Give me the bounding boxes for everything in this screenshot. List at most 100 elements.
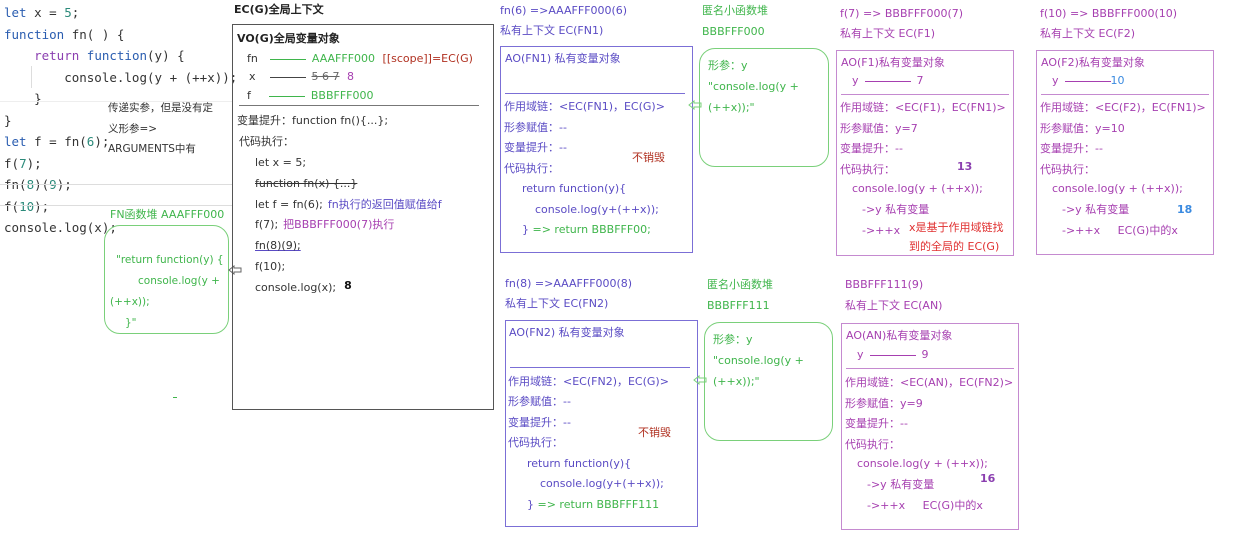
heap-title: 匿名小函数堆 [702,4,768,17]
y-note: ->y 私有变量 [867,478,935,491]
var-value: 9 [921,348,929,361]
ao-var-row: y9 [857,348,929,362]
code-token: function [86,48,148,63]
exec-code: f(7); [255,218,279,232]
heap-line: (++x));" [713,375,760,388]
hoist-line: 变量提升：-- [1040,142,1103,155]
exec-label: 代码执行： [1040,163,1095,176]
var-name: y [852,74,859,87]
fn2-context-title: 私有上下文 EC(FN2) [505,297,609,310]
var-value: 10 [1110,74,1125,87]
var-name: y [857,348,864,361]
exec-code: fn(8)(9); [255,239,301,253]
exec-row: console.log(x); 8 [255,279,352,295]
code-token: 10 [19,198,35,214]
code-token: ); [34,198,50,214]
f2-box: AO(F2)私有变量对象 y 10 作用域链：<EC(F2)，EC(FN1)> 形… [1036,50,1214,255]
exec-row: f(10); [255,260,285,274]
connector-line [864,80,911,82]
hoist-line: 变量提升：-- [840,142,903,155]
scope-note: [[scope]]=EC(G) [382,52,473,65]
divider [510,367,690,368]
exec-return: } => return BBBFFF111 [527,498,659,512]
heap-bbb000-box: 形参：y "console.log(y + (++x));" [699,48,829,167]
code-line: let x = 5; [4,2,237,24]
exec-row: f(7); 把BBBFFF000(7)执行 [255,218,394,232]
arguments-note: 传递实参，但是没有定 义形参=> ARGUMENTS中有 [108,98,213,160]
param-assign: 形参赋值：y=9 [845,397,923,410]
exec-code: console.log(x); [255,280,337,294]
hoist-line: 变量提升：-- [504,141,567,154]
vo-g-title: VO(G)全局变量对象 [237,32,340,45]
fn2-call: fn(8) =>AAAFFF000(8) [505,277,633,290]
scope-chain: 作用域链：<EC(AN)，EC(FN2)> [845,376,1014,389]
x-explain: x是基于作用域链找 [909,221,1004,234]
heap-line: 形参：y [713,333,753,346]
x-note: ->++x EC(G)中的x [1062,224,1178,237]
x-note: ->++x [862,224,901,237]
code-token: return [4,48,87,63]
code-token: 5 [64,5,72,20]
var-name: y [1052,74,1059,87]
result-value: 18 [1177,203,1193,216]
code-token: (y) { [147,48,185,63]
line-divider [0,184,232,185]
exec-code: let x = 5; [255,156,307,169]
heap-bbb111-box: 形参：y "console.log(y + (++x));" [704,322,833,441]
ao-title: AO(FN1) 私有变量对象 [505,52,621,65]
exec-row: function fn(x) {...} [255,177,357,191]
exec-line: console.log(y + (++x)); [852,182,983,195]
return-value: => return BBBFFF00; [532,223,651,236]
note-line: 义形参=> [108,122,158,135]
var-value: 7 [916,74,924,87]
vo-row-f: f BBBFFF000 [247,89,374,103]
exec-code: f(10); [255,260,286,273]
fn-heap-box: "return function(y) { console.log(y + (+… [104,225,229,334]
heap-title: 匿名小函数堆 [707,278,773,291]
ao-var-row: y 10 [1052,74,1125,88]
code-token: function [4,26,65,42]
code-token: } [4,91,42,106]
x-explain: 到的全局的 EC(G) [909,240,1000,253]
brace: } [527,498,534,511]
fn1-call: fn(6) =>AAAFFF000(6) [500,4,628,17]
result-value: 16 [980,472,996,485]
exec-line: console.log(y + (++x)); [857,457,988,470]
scope-chain: 作用域链：<EC(FN2)，EC(G)> [508,375,669,388]
code-token: fn( ) { [64,26,125,42]
f1-box: AO(F1)私有变量对象 y7 作用域链：<EC(F1)，EC(FN1)> 形参… [836,50,1014,256]
ec-g-box: VO(G)全局变量对象 fn AAAFFF000 [[scope]]=EC(G) … [232,24,494,410]
heap-address: BBBFFF111 [707,299,770,312]
fn-heap-line: console.log(y + [138,275,220,287]
code-token: } [4,112,12,128]
ao-var-row: y7 [852,74,924,88]
hoist-line: 变量提升：function fn(){...}; [237,114,389,127]
code-line: function fn( ) { [4,24,237,46]
ao-title: AO(F1)私有变量对象 [841,56,945,69]
ao-title: AO(FN2) 私有变量对象 [509,326,625,339]
exec-label: 代码执行： [239,135,294,148]
heap-line: 形参：y [708,59,748,72]
vo-row-fn: fn AAAFFF000 [[scope]]=EC(G) [247,52,473,66]
hoist-line: 变量提升：-- [508,416,571,429]
code-token: let [4,134,27,149]
exec-row: fn(8)(9); [255,239,301,253]
heap-line: "console.log(y + [708,80,799,93]
return-value: => return BBBFFF111 [537,498,660,511]
param-assign: 形参赋值：-- [508,395,571,408]
divider [841,94,1009,95]
fn1-context-title: 私有上下文 EC(FN1) [500,24,604,37]
code-token: f( [4,155,20,171]
vo-row-x: x 5 6 7 8 [249,70,354,84]
exec-line: return function(y){ [527,457,632,470]
exec-code: function fn(x) {...} [255,176,358,190]
connector-line [269,58,306,60]
fn2-box: AO(FN2) 私有变量对象 作用域链：<EC(FN2)，EC(G)> 形参赋值… [505,320,698,527]
fn1-box: AO(FN1) 私有变量对象 作用域链：<EC(FN1)，EC(G)> 形参赋值… [500,46,693,253]
fn-heap-line: }" [125,317,137,329]
code-token: console.log(y + (++x)); [4,69,238,85]
exec-line: console.log(y+(++x)); [540,477,664,490]
exec-label: 代码执行： [508,436,563,449]
param-assign: 形参赋值：y=7 [840,122,918,135]
hoist-line: 变量提升：-- [845,417,908,430]
